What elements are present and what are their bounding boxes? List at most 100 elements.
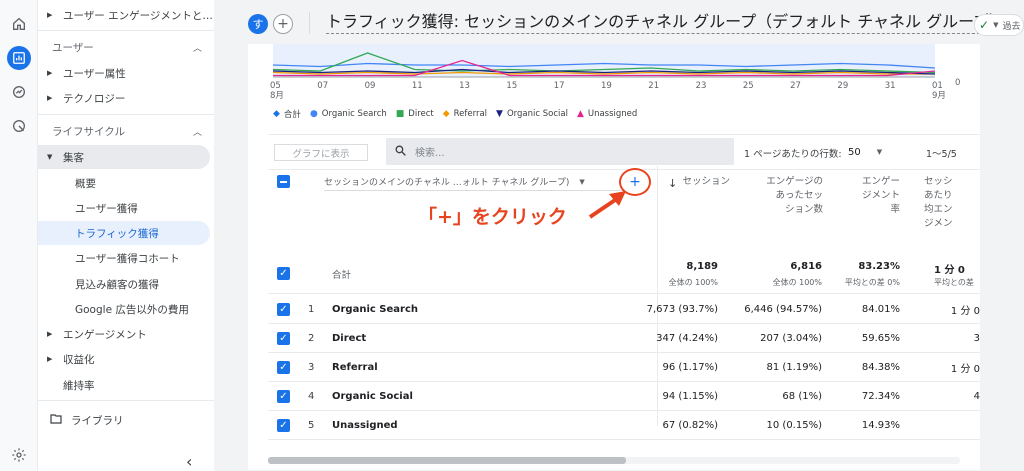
settings-gear-icon[interactable] [7,443,31,467]
chevron-up-icon: ︿ [192,127,202,138]
sidebar-sub-lead-acquisition[interactable]: 見込み顧客の獲得 [38,272,214,296]
caret-right-icon: ▶ [47,355,53,363]
total-engaged: 6,816 [790,261,822,272]
x-axis-labels: 05 8月 07 09 11 13 15 17 19 21 23 25 27 29 31 01 9月 [248,81,948,101]
row-channel-name[interactable]: Organic Search [332,295,418,324]
legend-item[interactable]: ▲ Unassigned [577,108,637,120]
row-checkbox[interactable]: ✓ [277,419,290,432]
row-checkbox[interactable]: ✓ [277,390,290,403]
caret-down-icon: ▼ [993,21,999,29]
total-rate: 83.23% [858,261,900,272]
row-engaged-sessions: 207 (3.04%) [760,333,822,344]
row-channel-name[interactable]: Unassigned [332,411,398,440]
row-checkbox[interactable]: ✓ [277,303,290,316]
row-avg-engagement [928,411,980,440]
plot-rows-button[interactable]: グラフに表示 [274,144,368,161]
advertising-icon[interactable] [7,114,31,138]
horizontal-scrollbar-track[interactable] [268,457,960,464]
totals-label: 合計 [332,270,352,281]
caret-down-icon: ▼ [876,148,883,156]
annotation-text: 「+」をクリック [418,206,567,228]
sidebar-sub-non-google-cost[interactable]: Google 広告以外の費用 [38,297,214,321]
sidebar-sub-user-acquisition-cohort[interactable]: ユーザー獲得コホート [38,246,214,270]
reports-icon[interactable] [7,46,31,70]
legend-item[interactable]: ▼ Organic Social [496,108,568,120]
add-comparison-button[interactable]: + [273,14,293,34]
home-icon[interactable] [7,12,31,36]
table-row[interactable]: ✓ 5 Unassigned 67 (0.82%) 10 (0.15%) 14.… [268,411,980,440]
x-tick-label: 15 [506,81,518,91]
legend-marker-icon: ● [309,109,318,119]
row-channel-name[interactable]: Organic Social [332,382,413,411]
collapse-chevron-icon[interactable]: ‹ [186,452,192,471]
dimension-select[interactable]: セッションのメインのチャネル …ォルト チャネル グループ) ▼ [324,173,624,191]
x-tick-label: 29 [837,81,849,91]
totals-checkbox[interactable]: ✓ [277,267,290,280]
sidebar-item-user-attributes[interactable]: ▶ ユーザー属性 [38,61,214,85]
legend-marker-icon: ▲ [576,109,584,119]
x-tick-label: 31 [884,81,896,91]
col-header-engagement-rate[interactable]: エンゲー ジメント 率 [844,175,900,217]
chevron-up-icon: ︿ [192,43,202,54]
legend-item[interactable]: ◆ Referral [443,108,487,120]
sort-down-arrow-icon[interactable]: ↓ [668,177,677,190]
search-input[interactable]: 検索... [386,138,734,165]
x-tick-label: 17 [553,81,565,91]
rows-per-page-label: 1 ページあたりの行数: [744,149,842,160]
sidebar-item-engagement[interactable]: ▶ エンゲージメント [38,322,214,346]
caret-down-icon: ▼ [579,177,585,186]
caret-down-icon: ▼ [47,153,53,161]
status-pill[interactable]: ✓ ▼ 過去 [974,14,1024,36]
sidebar-item-retention[interactable]: 維持率 [38,373,214,397]
row-engagement-rate: 84.38% [861,362,900,373]
sidebar-section-lifecycle[interactable]: ライフサイクル ︿ [38,119,214,143]
col-header-engaged-sessions[interactable]: エンゲージの あったセッ ション数 [753,175,823,217]
row-index: 1 [308,304,315,315]
x-tick-label: 25 [742,81,754,91]
legend-item[interactable]: ◆ 合計 [273,108,301,120]
x-tick-label: 11 [411,81,423,91]
legend-marker-icon: ■ [395,109,405,119]
row-checkbox[interactable]: ✓ [277,361,290,374]
total-avg-sub: 平均との差 [934,278,974,287]
rows-per-page-select[interactable]: 50 ▼ [848,142,896,162]
sidebar-item-monetization[interactable]: ▶ 収益化 [38,347,214,371]
row-engagement-rate: 72.34% [861,391,900,402]
col-header-sessions[interactable]: セッション [678,175,730,189]
x-tick-label: 13 [459,81,470,91]
row-avg-engagement: 3 [973,333,980,344]
col-header-avg-engagement[interactable]: セッシ あたり 均エン ジメン [924,175,964,231]
sidebar-item-library[interactable]: ライブラリ [38,408,214,432]
search-icon [394,144,407,160]
y-tick-label: 0 [955,78,961,88]
page-title[interactable]: トラフィック獲得: セッションのメインのチャネル グループ（デフォルト チャネル… [326,11,1006,34]
legend-marker-icon: ◆ [273,109,280,119]
table-row[interactable]: ✓ 3 Referral 96 (1.17%) 81 (1.19%) 84.38… [268,353,980,382]
explore-icon[interactable] [7,80,31,104]
table-row[interactable]: ✓ 2 Direct 347 (4.24%) 207 (3.04%) 59.65… [268,324,980,353]
sidebar-item-technology[interactable]: ▶ テクノロジー [38,86,214,110]
row-channel-name[interactable]: Direct [332,324,366,353]
x-tick-label: 07 [317,81,329,91]
sidebar-sub-overview[interactable]: 概要 [38,171,214,195]
horizontal-scrollbar-thumb[interactable] [268,457,626,464]
sidebar-item-acquisition[interactable]: ▼ 集客 [38,145,210,169]
pagination-text: 1〜5/5 [926,149,957,160]
row-checkbox[interactable]: ✓ [277,332,290,345]
total-sessions-sub: 全体の 100% [668,278,718,287]
table-row[interactable]: ✓ 4 Organic Social 94 (1.15%) 68 (1%) 72… [268,382,980,411]
select-all-indeterminate-checkbox[interactable] [277,175,290,188]
legend-item[interactable]: ● Organic Search [310,108,387,120]
avatar[interactable]: す [248,14,268,34]
sidebar-sub-traffic-acquisition[interactable]: トラフィック獲得 [38,221,210,245]
row-channel-name[interactable]: Referral [332,353,378,382]
row-avg-engagement: 4 [973,391,980,402]
x-tick-label: 21 [648,81,660,91]
table-row[interactable]: ✓ 1 Organic Search 7,673 (93.7%) 6,446 (… [268,295,980,324]
sidebar-item-user-engagement[interactable]: ▶ ユーザー エンゲージメントと… [38,3,214,27]
legend-item[interactable]: ■ Direct [396,108,434,120]
sidebar-sub-user-acquisition[interactable]: ユーザー獲得 [38,196,214,220]
sidebar-section-user[interactable]: ユーザー ︿ [38,35,214,59]
x-tick-label: 05 8月 [270,81,284,101]
row-sessions: 94 (1.15%) [662,391,718,402]
